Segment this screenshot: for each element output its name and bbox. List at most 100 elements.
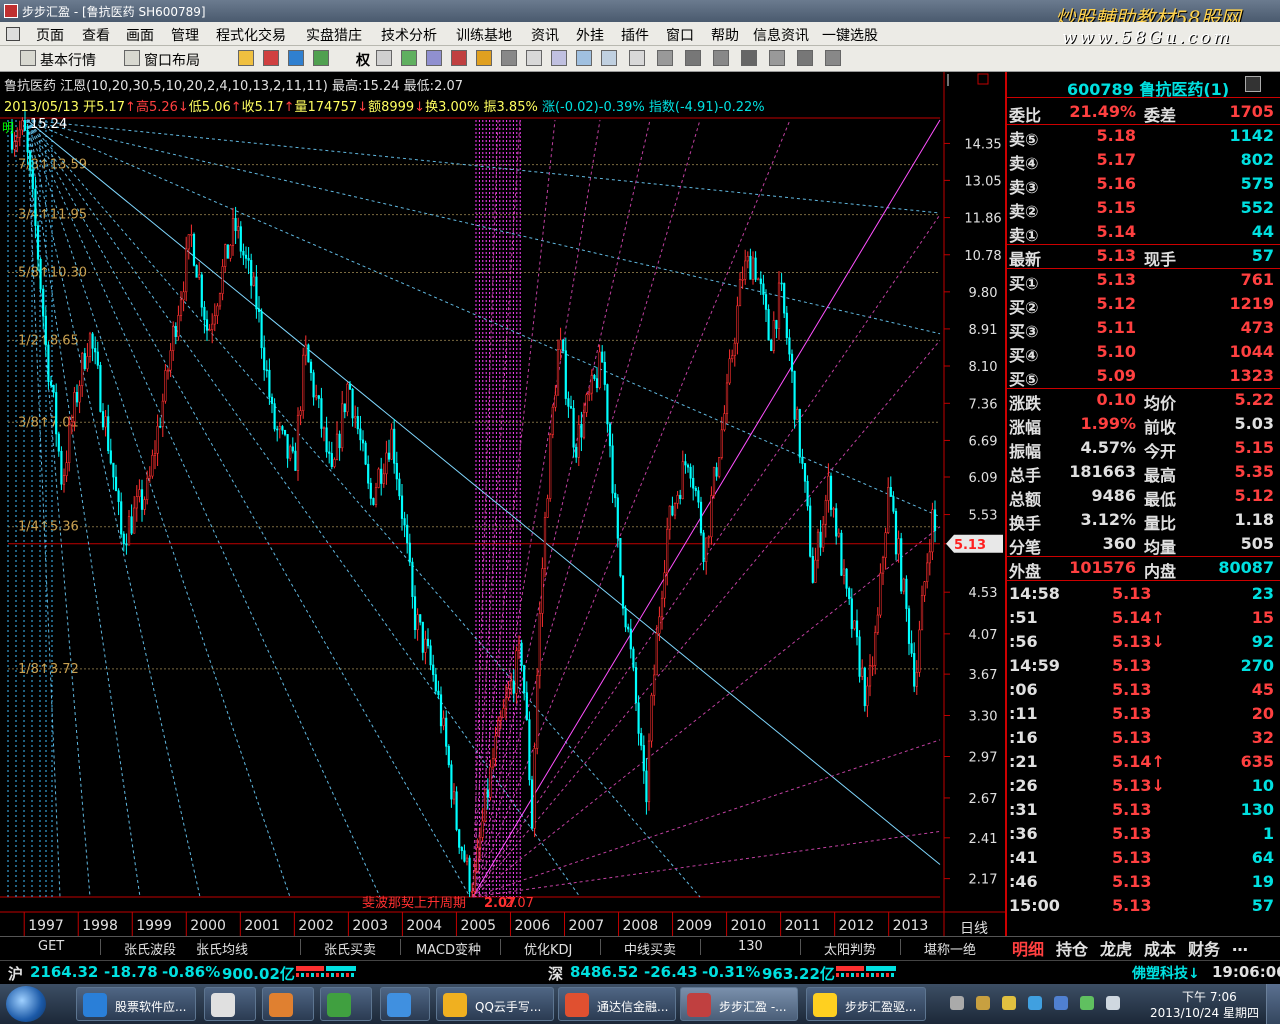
menu-item-10[interactable]: 插件 bbox=[621, 25, 649, 45]
bars-tool-icon[interactable] bbox=[685, 50, 701, 66]
period-icon[interactable] bbox=[576, 50, 592, 66]
panel-tab-2[interactable]: 龙虎 bbox=[1100, 936, 1132, 960]
stock-switch-icon[interactable] bbox=[1245, 76, 1261, 92]
panel-tab-0[interactable]: 明细 bbox=[1012, 936, 1044, 960]
taskbar-item-5[interactable]: QQ云手写... bbox=[436, 987, 554, 1021]
menu-item-11[interactable]: 窗口 bbox=[666, 25, 694, 45]
bar-open: 开5.17 bbox=[83, 100, 126, 115]
start-button[interactable] bbox=[6, 986, 46, 1022]
fan-tool-icon[interactable] bbox=[713, 50, 729, 66]
ask-volume: 552 bbox=[1240, 198, 1274, 217]
tile-icon[interactable] bbox=[551, 50, 567, 66]
tray-keyboard-icon[interactable] bbox=[950, 996, 964, 1010]
wave-tool-icon[interactable] bbox=[797, 50, 813, 66]
indicator-tab-7[interactable]: 130 bbox=[738, 939, 763, 954]
indicator-tab-2[interactable]: 张氏均线 bbox=[196, 939, 248, 958]
kline-chart[interactable]: 14.35 13.05 11.86 10.78 9.80 8.91 8.10 7.36 6.69… bbox=[0, 72, 1005, 938]
taskbar-item-7[interactable]: 步步汇盈 -... bbox=[680, 987, 798, 1021]
table-icon[interactable] bbox=[313, 50, 329, 66]
taskbar-item-3[interactable] bbox=[320, 987, 372, 1021]
window-icon[interactable] bbox=[526, 50, 542, 66]
system-menu-icon[interactable] bbox=[6, 27, 20, 41]
bid-price: 5.13 bbox=[1096, 270, 1136, 289]
ask-volume: 44 bbox=[1251, 222, 1274, 241]
channel-tool-icon[interactable] bbox=[769, 50, 785, 66]
panel-tab-5[interactable]: … bbox=[1232, 936, 1248, 955]
menu-item-5[interactable]: 实盘猎庄 bbox=[306, 25, 362, 45]
list-icon[interactable] bbox=[451, 50, 467, 66]
window-split-icon[interactable] bbox=[601, 50, 617, 66]
candle-body bbox=[816, 531, 820, 561]
candle-body bbox=[510, 680, 513, 690]
bar-info: 2013/05/13 开5.17↑高5.26↓低5.06↑收5.17↑量1747… bbox=[4, 100, 765, 115]
menu-item-6[interactable]: 技术分析 bbox=[381, 25, 437, 45]
indicator-tab-4[interactable]: MACD变种 bbox=[416, 939, 481, 958]
panel-tab-1[interactable]: 持仓 bbox=[1056, 936, 1088, 960]
open-folder-icon[interactable] bbox=[238, 50, 254, 66]
tick-row: :41 5.13 64 bbox=[1007, 846, 1280, 870]
tray-shield-icon[interactable] bbox=[1054, 996, 1068, 1010]
menu-item-4[interactable]: 程式化交易 bbox=[216, 25, 286, 45]
taskbar-item-8[interactable]: 步步汇盈驱... bbox=[806, 987, 926, 1021]
tray-volume-icon[interactable] bbox=[1106, 996, 1120, 1010]
menu-item-1[interactable]: 查看 bbox=[82, 25, 110, 45]
gear-icon[interactable] bbox=[501, 50, 517, 66]
grid-icon[interactable] bbox=[401, 50, 417, 66]
crosshair-icon[interactable] bbox=[288, 50, 304, 66]
indicator-tab-0[interactable]: GET bbox=[38, 939, 64, 954]
indicator-tab-1[interactable]: 张氏波段 bbox=[124, 939, 176, 958]
indicator-tab-5[interactable]: 优化KDJ bbox=[524, 939, 572, 958]
menu-item-14[interactable]: 一键选股 bbox=[822, 25, 878, 45]
panel-tab-4[interactable]: 财务 bbox=[1188, 936, 1220, 960]
taskbar-item-4[interactable] bbox=[380, 987, 430, 1021]
taskbar-item-0[interactable]: 股票软件应... bbox=[76, 987, 196, 1021]
indicator-tab-9[interactable]: 堪称一绝 bbox=[924, 939, 976, 958]
menu-item-2[interactable]: 画面 bbox=[126, 25, 154, 45]
menu-item-0[interactable]: 页面 bbox=[36, 25, 64, 45]
alert-icon[interactable] bbox=[476, 50, 492, 66]
news-ticker[interactable]: 佛塑科技↓ bbox=[1132, 963, 1200, 983]
draw-icon[interactable] bbox=[629, 50, 645, 66]
candle-body bbox=[842, 568, 846, 576]
tray-clock-date[interactable]: 2013/10/24 星期四 bbox=[1150, 1004, 1259, 1021]
taskbar-item-1[interactable] bbox=[204, 987, 256, 1021]
menu-item-7[interactable]: 训练基地 bbox=[456, 25, 512, 45]
tray-sound-icon[interactable] bbox=[1028, 996, 1042, 1010]
menu-item-3[interactable]: 管理 bbox=[171, 25, 199, 45]
candle-body bbox=[866, 685, 869, 707]
indicator-tab-3[interactable]: 张氏买卖 bbox=[324, 939, 376, 958]
period-label[interactable]: 日线 bbox=[960, 918, 988, 938]
gann-tool-icon[interactable] bbox=[741, 50, 757, 66]
candle-body bbox=[49, 381, 53, 386]
fib-tool-icon[interactable] bbox=[825, 50, 841, 66]
menu-item-13[interactable]: 信息资讯 bbox=[753, 25, 809, 45]
menu-item-12[interactable]: 帮助 bbox=[711, 25, 739, 45]
tick-time: :26 bbox=[1009, 776, 1038, 795]
candle-body bbox=[770, 339, 773, 351]
stat-value: 5.22 bbox=[1234, 390, 1274, 409]
candle-body bbox=[263, 347, 266, 371]
panel-tab-3[interactable]: 成本 bbox=[1144, 936, 1176, 960]
tray-sun-icon[interactable] bbox=[1002, 996, 1016, 1010]
menu-item-8[interactable]: 资讯 bbox=[531, 25, 559, 45]
layout-icon[interactable] bbox=[124, 50, 140, 66]
bar-chart-icon[interactable] bbox=[263, 50, 279, 66]
tray-clock-time[interactable]: 下午 7:06 bbox=[1182, 988, 1237, 1005]
show-desktop-button[interactable] bbox=[1266, 984, 1280, 1024]
indicator-tab-6[interactable]: 中线买卖 bbox=[624, 939, 676, 958]
taskbar-item-6[interactable]: 通达信金融... bbox=[558, 987, 676, 1021]
candle-body bbox=[281, 426, 284, 431]
tray-network-icon[interactable] bbox=[1080, 996, 1094, 1010]
rights-icon[interactable] bbox=[376, 50, 392, 66]
rights-button[interactable]: 权 bbox=[356, 50, 370, 70]
market-icon[interactable] bbox=[20, 50, 36, 66]
market-button[interactable]: 基本行情 bbox=[40, 50, 96, 70]
tray-gear-icon[interactable] bbox=[976, 996, 990, 1010]
menu-item-9[interactable]: 外挂 bbox=[576, 25, 604, 45]
candle-body bbox=[827, 475, 830, 501]
layout-button[interactable]: 窗口布局 bbox=[144, 50, 200, 70]
line-tool-icon[interactable] bbox=[657, 50, 673, 66]
taskbar-item-2[interactable] bbox=[262, 987, 314, 1021]
chart-grid-icon[interactable] bbox=[426, 50, 442, 66]
indicator-tab-8[interactable]: 太阳判势 bbox=[824, 939, 876, 958]
